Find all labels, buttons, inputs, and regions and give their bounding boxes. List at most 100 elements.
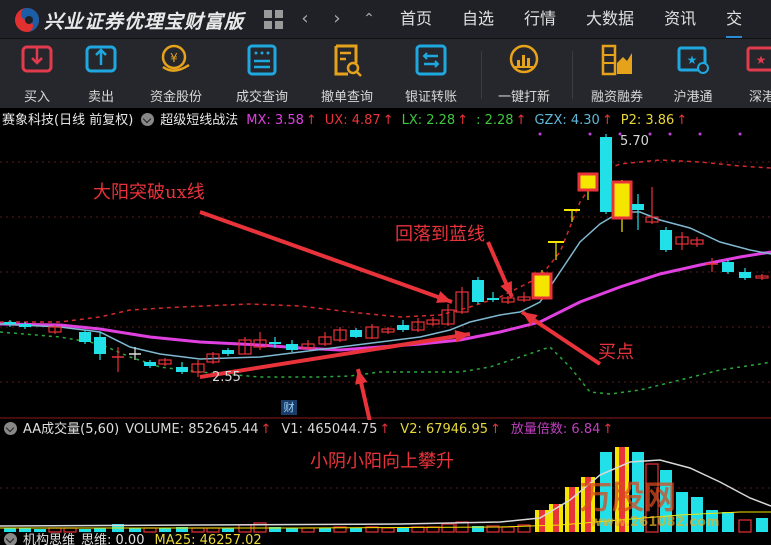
financial-report-badge[interactable]: 财 bbox=[281, 400, 297, 415]
candle-down bbox=[269, 342, 281, 344]
bottom-indicator-name: 机构思维 bbox=[23, 533, 76, 545]
up-arrow-icon: ↑ bbox=[457, 113, 469, 128]
bottom-indicator-ma: MA25: 46257.02 bbox=[154, 533, 262, 545]
volume-value-volume: VOLUME: 852645.44 ↑ bbox=[125, 422, 272, 437]
volume-bar-down bbox=[159, 528, 171, 532]
indicator-name: 超级短线战法 bbox=[160, 113, 239, 128]
indicator-values: MX: 3.58 ↑ UX: 4.87 ↑ LX: 2.28 ↑: 2.28 ↑ GZX: 4… bbox=[246, 110, 695, 132]
bank-transfer-button[interactable]: 银证转账 bbox=[396, 43, 466, 105]
volume-bar-up bbox=[191, 527, 205, 533]
candle-down bbox=[660, 230, 672, 250]
volume-bar-up bbox=[501, 526, 515, 533]
volume-bar-up bbox=[63, 527, 77, 533]
toolbar-divider bbox=[572, 51, 573, 99]
candle-down bbox=[472, 280, 484, 302]
tab-home[interactable]: 首页 bbox=[400, 0, 432, 38]
candle-down bbox=[397, 325, 409, 330]
tab-market[interactable]: 行情 bbox=[524, 0, 556, 38]
candle-down bbox=[350, 330, 362, 337]
candle-down bbox=[79, 332, 91, 342]
sell-icon bbox=[85, 45, 117, 73]
bank-transfer-icon bbox=[415, 44, 447, 76]
app-logo-icon bbox=[15, 8, 39, 32]
bottom-indicator-label: 思维: 0.00 bbox=[81, 533, 145, 545]
indicator-value-unnamed: : 2.28 ↑ bbox=[476, 110, 526, 132]
up-arrow-icon: ↑ bbox=[490, 422, 501, 437]
trade-toolbar: 买入 卖出 ¥ 资金股份 成交查询 撤单查询 银证转账 一键打新 融资融券 ★ … bbox=[0, 38, 771, 108]
indicator-dropdown-icon[interactable] bbox=[141, 113, 155, 126]
kline-chart[interactable] bbox=[0, 132, 771, 420]
volume-bar-down bbox=[286, 528, 298, 532]
margin-button[interactable]: 融资融券 bbox=[582, 43, 652, 105]
indicator-value-ux: UX: 4.87 ↑ bbox=[325, 110, 394, 132]
volume-bar-down bbox=[222, 528, 234, 532]
tab-big-data[interactable]: 大数据 bbox=[586, 0, 634, 38]
cancel-query-icon bbox=[334, 44, 362, 77]
high-price-label: 5.70 bbox=[620, 134, 649, 149]
candle-down bbox=[176, 367, 188, 372]
tab-news[interactable]: 资讯 bbox=[664, 0, 696, 38]
top-nav: 首页 自选 行情 大数据 资讯 交 bbox=[386, 0, 743, 38]
volume-bar-down bbox=[4, 528, 16, 532]
mx-line bbox=[0, 250, 771, 352]
funds-icon: ¥ bbox=[161, 44, 190, 72]
svg-text:★: ★ bbox=[687, 53, 698, 67]
cancel-query-button[interactable]: 撤单查询 bbox=[312, 43, 382, 105]
volume-value-放量倍数: 放量倍数: 6.84 ↑ bbox=[510, 422, 614, 437]
svg-text:★: ★ bbox=[756, 53, 767, 67]
indicator-value-gzx: GZX: 4.30 ↑ bbox=[534, 110, 612, 132]
watermark-logo: 万股网 www.261082.com bbox=[580, 478, 720, 530]
funds-button[interactable]: ¥ 资金股份 bbox=[141, 43, 211, 105]
arrow-breakout-head bbox=[436, 291, 452, 303]
sell-button[interactable]: 卖出 bbox=[66, 43, 136, 105]
back-icon[interactable]: ‹ bbox=[294, 8, 316, 30]
candle-down bbox=[19, 324, 31, 327]
candle-down bbox=[739, 272, 751, 278]
buy-button[interactable]: 买入 bbox=[2, 43, 72, 105]
volume-bar-up bbox=[381, 527, 395, 533]
sz-connect-button[interactable]: ★ 深港 bbox=[727, 43, 771, 105]
tab-watchlist[interactable]: 自选 bbox=[462, 0, 494, 38]
volume-bar-down bbox=[397, 528, 409, 532]
up-arrow-icon: ↑ bbox=[382, 113, 394, 128]
ipo-button[interactable]: 一键打新 bbox=[489, 43, 559, 105]
annotation-buy-point: 买点 bbox=[598, 342, 634, 363]
volume-dropdown-icon[interactable] bbox=[4, 422, 17, 435]
marker-dot bbox=[698, 132, 702, 136]
trade-query-icon bbox=[247, 44, 277, 76]
forward-icon[interactable]: › bbox=[326, 8, 348, 30]
trade-query-button[interactable]: 成交查询 bbox=[227, 43, 297, 105]
hk-connect-icon: ★ bbox=[677, 46, 709, 74]
title-bar: 兴业证券优理宝财富版 ‹ › ⌃ 首页 自选 行情 大数据 资讯 交 bbox=[0, 0, 771, 38]
candle-down bbox=[286, 344, 298, 350]
candle-down bbox=[600, 137, 612, 212]
marker-dot bbox=[538, 132, 542, 136]
candle-down bbox=[487, 298, 499, 300]
volume-values: VOLUME: 852645.44 ↑ V1: 465044.75 ↑ V2: 6794… bbox=[125, 422, 623, 437]
low-price-label: 2.55 bbox=[212, 370, 241, 385]
tab-trade[interactable]: 交 bbox=[726, 0, 743, 38]
marker-dot bbox=[668, 132, 672, 136]
candle-down bbox=[222, 350, 234, 354]
candle-yellow bbox=[531, 272, 553, 300]
indicator-value-mx: MX: 3.58 ↑ bbox=[246, 110, 317, 132]
collapse-up-icon[interactable]: ⌃ bbox=[358, 8, 380, 30]
volume-indicator-name: AA成交量(5,60) bbox=[23, 422, 120, 437]
volume-bar-down bbox=[756, 518, 768, 532]
svg-text:¥: ¥ bbox=[170, 51, 178, 65]
svg-text:万股网: 万股网 bbox=[580, 478, 676, 516]
candle-down bbox=[632, 204, 644, 210]
up-arrow-icon: ↑ bbox=[676, 113, 688, 128]
candle-yellow bbox=[577, 172, 599, 192]
hk-connect-button[interactable]: ★ 沪港通 bbox=[658, 43, 728, 105]
stock-title: 赛象科技(日线 前复权) bbox=[2, 113, 134, 128]
grid-icon[interactable] bbox=[262, 8, 284, 30]
bottom-dropdown-icon[interactable] bbox=[4, 533, 17, 545]
volume-bar-up bbox=[143, 527, 157, 533]
volume-bar-up bbox=[206, 527, 220, 533]
margin-icon bbox=[601, 44, 632, 76]
up-arrow-icon: ↑ bbox=[305, 113, 317, 128]
up-arrow-icon: ↑ bbox=[379, 422, 391, 437]
up-arrow-icon: ↑ bbox=[260, 422, 272, 437]
chart-header: 赛象科技(日线 前复权) 超级短线战法 MX: 3.58 ↑ UX: 4.87 ↑ LX: … bbox=[0, 110, 771, 132]
